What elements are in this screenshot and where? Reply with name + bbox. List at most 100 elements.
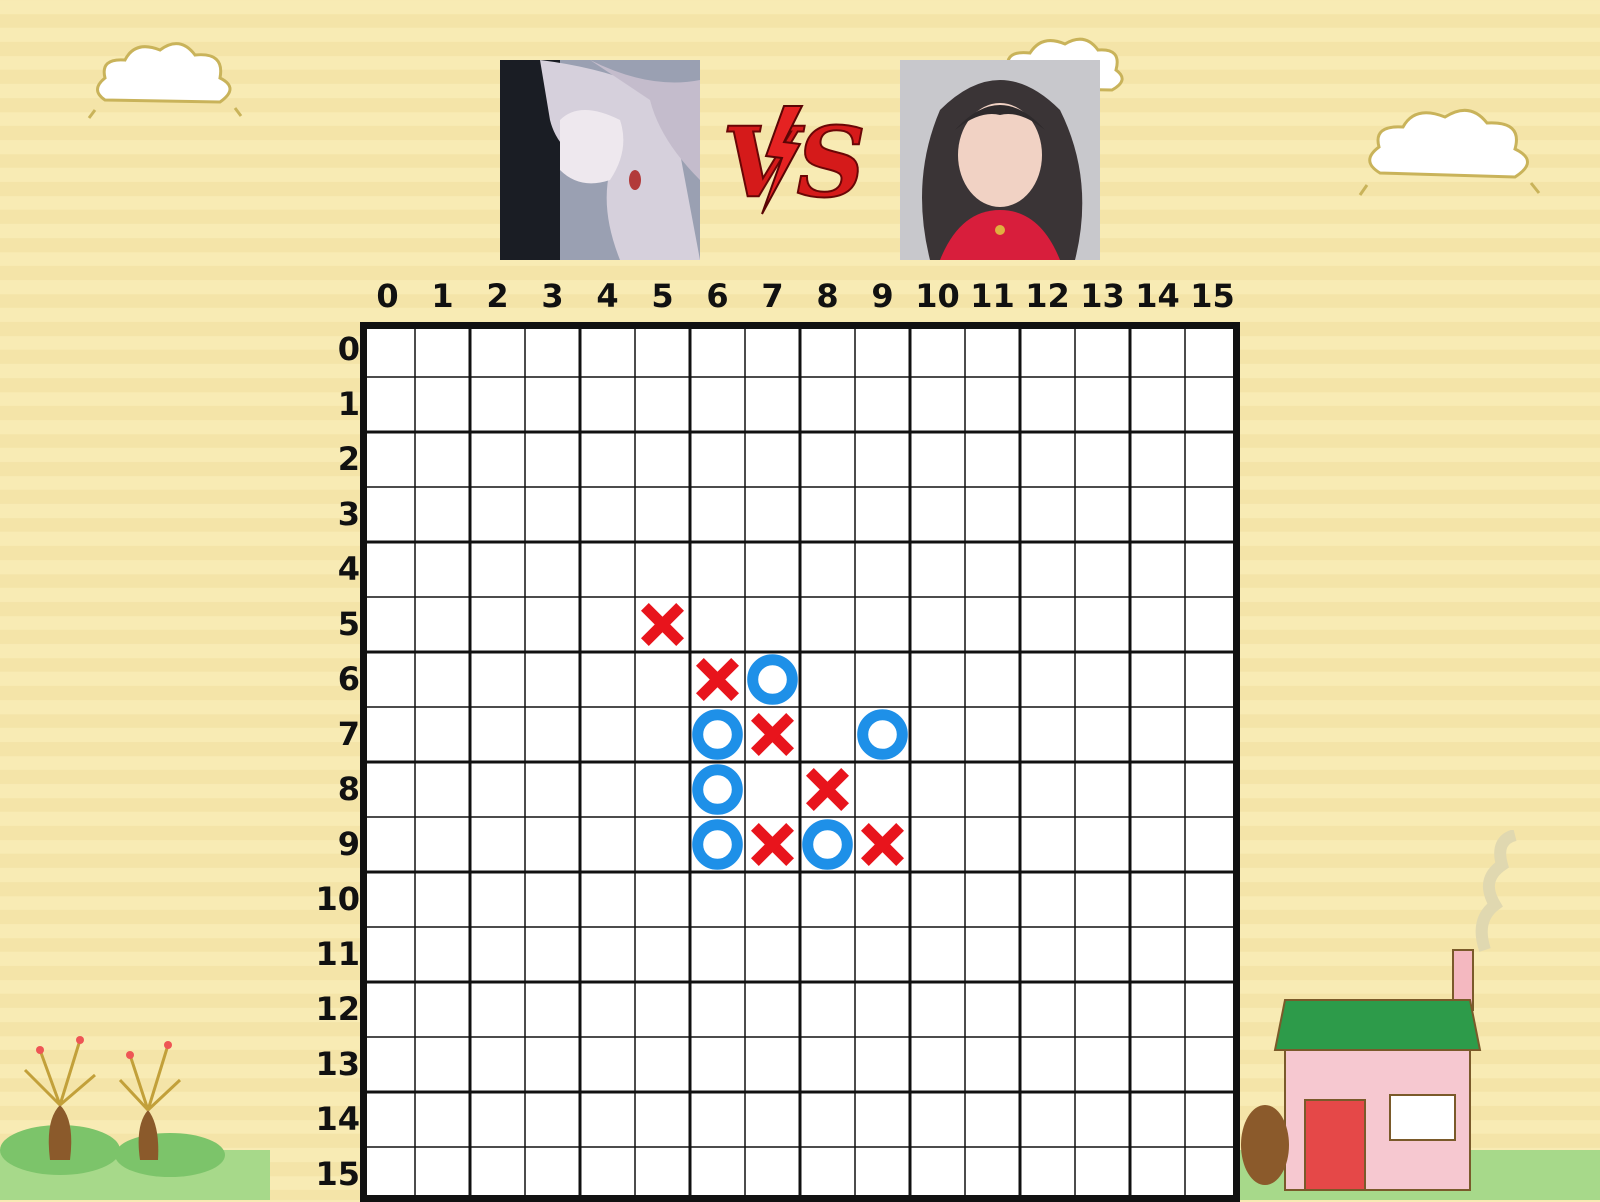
board-cell[interactable] — [855, 652, 910, 707]
board-cell[interactable] — [635, 432, 690, 487]
board-cell[interactable] — [965, 377, 1020, 432]
board-cell[interactable] — [1130, 872, 1185, 927]
board-cell[interactable] — [470, 927, 525, 982]
board-cell[interactable] — [965, 762, 1020, 817]
board-cell[interactable] — [525, 1037, 580, 1092]
board-cell[interactable] — [1130, 762, 1185, 817]
board-cell[interactable] — [1185, 927, 1240, 982]
board-cell[interactable] — [580, 322, 635, 377]
board-cell[interactable] — [1130, 597, 1185, 652]
board-cell[interactable] — [855, 927, 910, 982]
board-cell[interactable] — [1020, 762, 1075, 817]
board-cell[interactable] — [1130, 542, 1185, 597]
board-cell[interactable] — [1020, 542, 1075, 597]
board-cell[interactable] — [1185, 982, 1240, 1037]
board-cell[interactable] — [745, 762, 800, 817]
board-cell[interactable] — [1075, 927, 1130, 982]
board-cell[interactable] — [855, 487, 910, 542]
board-cell[interactable] — [910, 927, 965, 982]
board-cell[interactable] — [415, 597, 470, 652]
board-cell[interactable] — [1185, 432, 1240, 487]
board-cell[interactable] — [1185, 1092, 1240, 1147]
board-cell[interactable] — [1020, 432, 1075, 487]
board-cell[interactable] — [910, 1037, 965, 1092]
board-cell[interactable] — [800, 1092, 855, 1147]
board-cell[interactable] — [580, 432, 635, 487]
board-cell[interactable] — [1185, 542, 1240, 597]
board-cell[interactable] — [1130, 1147, 1185, 1202]
board-cell[interactable] — [525, 1092, 580, 1147]
board-cell[interactable] — [690, 432, 745, 487]
board-cell[interactable] — [635, 982, 690, 1037]
board-cell[interactable] — [855, 1147, 910, 1202]
board-cell[interactable] — [635, 652, 690, 707]
board-cell[interactable] — [1185, 872, 1240, 927]
board-cell[interactable] — [965, 817, 1020, 872]
board-cell[interactable] — [965, 927, 1020, 982]
board-cell[interactable] — [1130, 652, 1185, 707]
board-cell[interactable] — [690, 377, 745, 432]
board-cell[interactable] — [1185, 597, 1240, 652]
board-cell[interactable] — [1130, 817, 1185, 872]
board-cell[interactable] — [855, 1092, 910, 1147]
board-cell[interactable] — [415, 1092, 470, 1147]
board-cell[interactable] — [800, 872, 855, 927]
board-cell[interactable] — [1075, 1147, 1130, 1202]
board-cell[interactable] — [690, 487, 745, 542]
board-cell[interactable] — [415, 762, 470, 817]
board-cell[interactable] — [855, 872, 910, 927]
board-cell[interactable] — [1075, 487, 1130, 542]
board-cell[interactable] — [580, 542, 635, 597]
board-cell[interactable] — [635, 707, 690, 762]
board-cell[interactable] — [415, 542, 470, 597]
board-cell[interactable] — [415, 872, 470, 927]
board-cell[interactable] — [1020, 872, 1075, 927]
board-cell[interactable] — [580, 597, 635, 652]
board-cell[interactable] — [690, 872, 745, 927]
board-cell[interactable] — [580, 1037, 635, 1092]
board-cell[interactable] — [745, 1147, 800, 1202]
board-cell[interactable] — [965, 322, 1020, 377]
board-cell[interactable] — [415, 377, 470, 432]
board-cell[interactable] — [910, 322, 965, 377]
board-cell[interactable] — [1075, 762, 1130, 817]
board-cell[interactable] — [470, 1092, 525, 1147]
board-cell[interactable] — [360, 377, 415, 432]
board-cell[interactable] — [965, 542, 1020, 597]
board-cell[interactable] — [525, 982, 580, 1037]
board-cell[interactable] — [360, 1092, 415, 1147]
board-cell[interactable] — [580, 377, 635, 432]
board-cell[interactable] — [855, 377, 910, 432]
board-cell[interactable] — [965, 432, 1020, 487]
board-cell[interactable] — [690, 982, 745, 1037]
board-cell[interactable] — [690, 1092, 745, 1147]
board-cell[interactable] — [1075, 1092, 1130, 1147]
board-cell[interactable] — [1130, 432, 1185, 487]
board-cell[interactable] — [1020, 1147, 1075, 1202]
board-cell[interactable] — [635, 1092, 690, 1147]
board-cell[interactable] — [745, 982, 800, 1037]
board-cell[interactable] — [965, 597, 1020, 652]
board-cell[interactable] — [415, 982, 470, 1037]
board-cell[interactable] — [1075, 542, 1130, 597]
board-cell[interactable] — [745, 322, 800, 377]
board-cell[interactable] — [415, 652, 470, 707]
board-cell[interactable] — [910, 597, 965, 652]
board-cell[interactable] — [470, 652, 525, 707]
board-cell[interactable] — [910, 817, 965, 872]
board-cell[interactable] — [910, 872, 965, 927]
board-cell[interactable] — [910, 377, 965, 432]
board-cell[interactable] — [525, 377, 580, 432]
board-cell[interactable] — [1075, 322, 1130, 377]
board-cell[interactable] — [360, 927, 415, 982]
board-cell[interactable] — [800, 652, 855, 707]
board-cell[interactable] — [910, 487, 965, 542]
board-cell[interactable] — [635, 542, 690, 597]
board-cell[interactable] — [415, 487, 470, 542]
board-cell[interactable] — [1130, 377, 1185, 432]
board-cell[interactable] — [800, 432, 855, 487]
board-cell[interactable] — [745, 1092, 800, 1147]
board-cell[interactable] — [525, 487, 580, 542]
board-cell[interactable] — [745, 1037, 800, 1092]
board-cell[interactable] — [1185, 652, 1240, 707]
